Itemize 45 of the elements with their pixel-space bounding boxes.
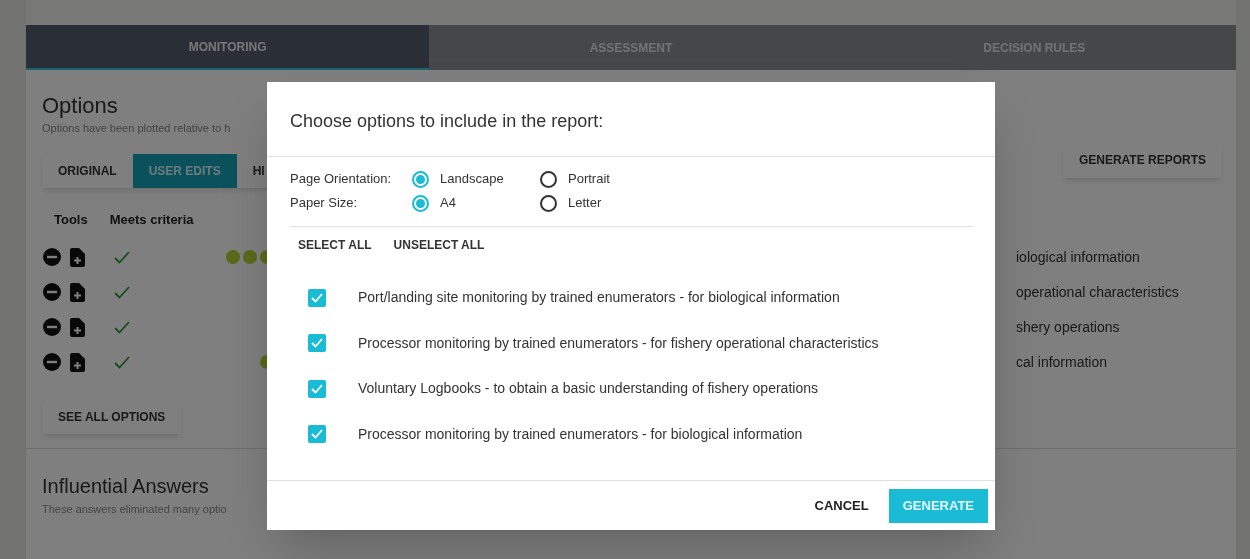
- generate-reports-button[interactable]: GENERATE REPORTS: [1062, 142, 1222, 178]
- file-plus-icon[interactable]: [70, 282, 85, 302]
- nav-tab[interactable]: MONITORING: [26, 25, 430, 70]
- checkbox[interactable]: [308, 379, 326, 398]
- cancel-button[interactable]: CANCEL: [800, 488, 883, 523]
- view-tab[interactable]: ORIGINAL: [42, 154, 133, 188]
- option-label: Processor monitoring by trained enumerators - for fishery operational characteristics: [358, 333, 879, 353]
- checkbox[interactable]: [308, 288, 326, 307]
- dialog-title: Choose options to include in the report:: [267, 82, 995, 157]
- column-header: Meets criteria: [109, 211, 194, 229]
- radio-label: Landscape: [439, 170, 504, 189]
- option-text: cal information: [1016, 352, 1108, 372]
- minus-circle-icon[interactable]: [42, 352, 62, 372]
- file-plus-icon[interactable]: [70, 317, 85, 337]
- setting-label: Page Orientation:: [290, 170, 393, 189]
- radio-button[interactable]: [540, 170, 557, 188]
- radio-button[interactable]: [412, 170, 429, 188]
- radio-button[interactable]: [540, 194, 557, 212]
- radio-label: Portrait: [567, 170, 610, 189]
- section-title: Influential Answers: [42, 473, 210, 499]
- file-plus-icon[interactable]: [70, 352, 85, 372]
- radio-button[interactable]: [412, 194, 429, 212]
- checkbox[interactable]: [308, 425, 326, 444]
- setting-label: Paper Size:: [290, 194, 359, 213]
- option-label: Port/landing site monitoring by trained enumerators - for biological information: [358, 288, 840, 308]
- minus-circle-icon[interactable]: [42, 247, 62, 267]
- minus-circle-icon[interactable]: [42, 282, 62, 302]
- section-subtitle: These answers eliminated many optio: [42, 501, 227, 517]
- option-text: operational characteristics: [1016, 282, 1179, 302]
- option-text: shery operations: [1016, 317, 1120, 337]
- view-tab[interactable]: HI: [236, 154, 281, 188]
- radio-label: Letter: [567, 194, 602, 213]
- column-header: Tools: [54, 211, 88, 229]
- section-title: Options: [42, 92, 119, 120]
- checkbox[interactable]: [308, 334, 326, 353]
- minus-circle-icon[interactable]: [42, 317, 62, 337]
- section-subtitle: Options have been plotted relative to h: [42, 120, 232, 136]
- see-all-options-button[interactable]: SEE ALL OPTIONS: [42, 399, 182, 434]
- file-plus-icon[interactable]: [70, 247, 85, 267]
- select-all-button[interactable]: SELECT ALL: [290, 233, 380, 257]
- option-label: Voluntary Logbooks - to obtain a basic understanding of fishery operations: [358, 379, 818, 399]
- option-label: Processor monitoring by trained enumerators - for biological information: [358, 424, 803, 444]
- option-text: iological information: [1016, 247, 1140, 267]
- radio-label: A4: [439, 194, 456, 213]
- unselect-all-button[interactable]: UNSELECT ALL: [385, 233, 493, 257]
